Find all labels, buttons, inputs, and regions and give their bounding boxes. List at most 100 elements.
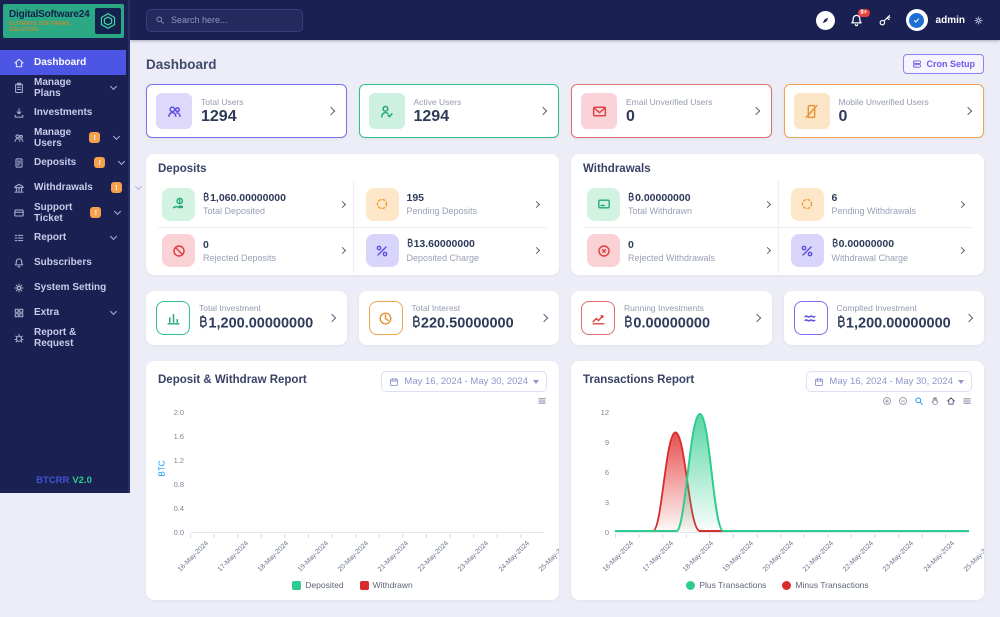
sidebar-item-report-request[interactable]: Report & Request	[0, 325, 126, 350]
chevron-right-icon	[957, 200, 966, 208]
running-investments-card[interactable]: Running Investments 0.00000000	[571, 291, 772, 345]
x-circle-icon	[587, 234, 620, 267]
total-investment-card[interactable]: Total Investment 1,200.00000000	[146, 291, 347, 345]
cell-label: Pending Deposits	[406, 206, 478, 216]
active-users-card[interactable]: Active Users 1294	[358, 84, 559, 138]
y-axis-tick: 6	[604, 468, 609, 477]
sidebar-item-manage-plans[interactable]: Manage Plans	[0, 75, 126, 100]
sidebar-item-label: Deposits	[34, 157, 77, 168]
user-settings-button[interactable]	[973, 15, 984, 26]
rejected-withdrawals-cell[interactable]: 0 Rejected Withdrawals	[583, 227, 778, 273]
sidebar-item-extra[interactable]: Extra	[0, 300, 126, 325]
chevron-down-icon	[114, 207, 122, 216]
server-icon	[912, 60, 921, 68]
alert-badge: !	[90, 207, 102, 218]
plot-area	[190, 413, 544, 533]
sidebar-item-withdrawals[interactable]: Withdrawals !	[0, 175, 142, 200]
chevron-down-icon	[533, 379, 539, 384]
deposits-title: Deposits	[158, 163, 207, 175]
pending-withdrawals-cell[interactable]: 6 Pending Withdrawals	[777, 181, 973, 227]
stat-value: 220.50000000	[420, 315, 514, 332]
y-axis-tick: 3	[604, 498, 609, 507]
sidebar-item-report[interactable]: Report	[0, 225, 126, 250]
sidebar-item-label: Subscribers	[34, 257, 92, 268]
sidebar-item-deposits[interactable]: Deposits !	[0, 150, 126, 175]
app-logo[interactable]: DigitalSoftware24 ULTIMATE SOFTWARE SOLU…	[3, 4, 124, 38]
pending-deposits-cell[interactable]: 195 Pending Deposits	[352, 181, 548, 227]
stat-value: 0.00000000	[633, 315, 711, 332]
user-avatar[interactable]	[905, 9, 928, 31]
sidebar-item-system-setting[interactable]: System Setting	[0, 275, 126, 300]
baht-symbol-icon	[837, 315, 845, 329]
chevron-right-icon	[957, 246, 966, 255]
alert-badge: !	[94, 157, 106, 168]
top-navbar: 9+ admin	[130, 0, 1000, 40]
sidebar-item-investments[interactable]: Investments	[0, 100, 126, 125]
legend-swatch	[292, 580, 302, 590]
withdrawals-title: Withdrawals	[583, 163, 651, 175]
chart-menu-button[interactable]	[537, 396, 547, 406]
percent-icon	[790, 234, 824, 267]
email-unverified-card[interactable]: Email Unverified Users 0	[571, 84, 772, 138]
cell-label: Rejected Deposits	[203, 252, 277, 263]
reset-zoom-button[interactable]	[946, 396, 956, 406]
legend-deposited[interactable]: Deposited	[292, 580, 344, 590]
total-interest-card[interactable]: Total Interest 220.50000000	[358, 291, 559, 345]
legend-plus-transactions[interactable]: Plus Transactions	[686, 580, 766, 590]
legend-minus-transactions[interactable]: Minus Transactions	[782, 580, 869, 590]
cell-value: 6	[831, 192, 838, 204]
search-input[interactable]	[171, 15, 294, 25]
stat-label: Total Investment	[199, 303, 261, 314]
sidebar-item-dashboard[interactable]: Dashboard	[0, 50, 126, 75]
chevron-right-icon	[963, 106, 973, 116]
plus-circle-icon	[883, 397, 891, 405]
cell-value: 0	[203, 238, 209, 251]
total-withdrawn-cell[interactable]: 0.00000000 Total Withdrawn	[583, 181, 778, 227]
cell-label: Withdrawal Charge	[831, 252, 909, 263]
notifications-button[interactable]: 9+	[849, 8, 870, 28]
stat-value: 1,200.00000000	[845, 315, 951, 332]
key-button[interactable]	[878, 13, 892, 27]
sidebar-item-label: Report & Request	[34, 326, 77, 349]
y-axis-tick: 0.0	[173, 528, 184, 537]
stat-label: Email Unverified Users	[626, 97, 713, 107]
sidebar-item-subscribers[interactable]: Subscribers	[0, 250, 126, 275]
sidebar-item-manage-users[interactable]: Manage Users !	[0, 125, 126, 150]
compass-icon[interactable]	[815, 10, 835, 30]
baht-symbol-icon	[624, 315, 632, 329]
stat-label: Running Investments	[624, 303, 704, 314]
total-deposited-cell[interactable]: 1,060.00000000 Total Deposited	[158, 181, 353, 227]
chevron-down-icon	[109, 232, 118, 241]
deposited-charge-cell[interactable]: 13.60000000 Deposited Charge	[352, 227, 547, 273]
search-box[interactable]	[146, 8, 303, 32]
calendar-icon	[390, 377, 399, 386]
chevron-right-icon	[326, 106, 335, 116]
chevron-right-icon	[539, 313, 549, 323]
withdrawal-charge-cell[interactable]: 0.00000000 Withdrawal Charge	[777, 227, 972, 273]
y-axis-labels: 2.0 1.6 1.2 0.8 0.4 0.0	[158, 409, 184, 537]
sidebar-item-support-ticket[interactable]: Support Ticket !	[0, 200, 126, 225]
hexagon-cube-icon	[95, 8, 121, 34]
rejected-deposits-cell[interactable]: 0 Rejected Deposits	[158, 227, 353, 273]
percent-icon	[365, 234, 399, 267]
cron-setup-button[interactable]: Cron Setup	[902, 54, 984, 74]
chart-menu-button[interactable]	[962, 396, 972, 406]
chart-title: Deposit & Withdraw Report	[158, 374, 307, 386]
zoom-in-button[interactable]	[882, 396, 892, 406]
legend-withdrawn[interactable]: Withdrawn	[359, 580, 413, 590]
main-content: Dashboard Cron Setup Total Users 1294 Ac…	[130, 40, 1000, 617]
menu-icon	[963, 398, 971, 404]
completed-investment-card[interactable]: Complted Investment 1,200.00000000	[783, 291, 984, 345]
pan-button[interactable]	[930, 396, 940, 406]
selection-zoom-button[interactable]	[914, 396, 924, 406]
date-range-picker[interactable]: May 16, 2024 - May 30, 2024	[806, 371, 972, 392]
sidebar-item-label: Support Ticket	[34, 201, 73, 224]
total-users-card[interactable]: Total Users 1294	[146, 84, 347, 138]
zoom-out-button[interactable]	[898, 396, 908, 406]
chevron-right-icon	[327, 313, 336, 323]
date-range-picker[interactable]: May 16, 2024 - May 30, 2024	[381, 371, 547, 392]
stat-label: Total Users	[201, 97, 244, 107]
deposit-withdraw-report-card: Deposit & Withdraw Report May 16, 2024 -…	[146, 361, 559, 600]
mobile-unverified-card[interactable]: Mobile Unverified Users 0	[783, 84, 984, 138]
cell-label: Deposited Charge	[406, 252, 480, 263]
